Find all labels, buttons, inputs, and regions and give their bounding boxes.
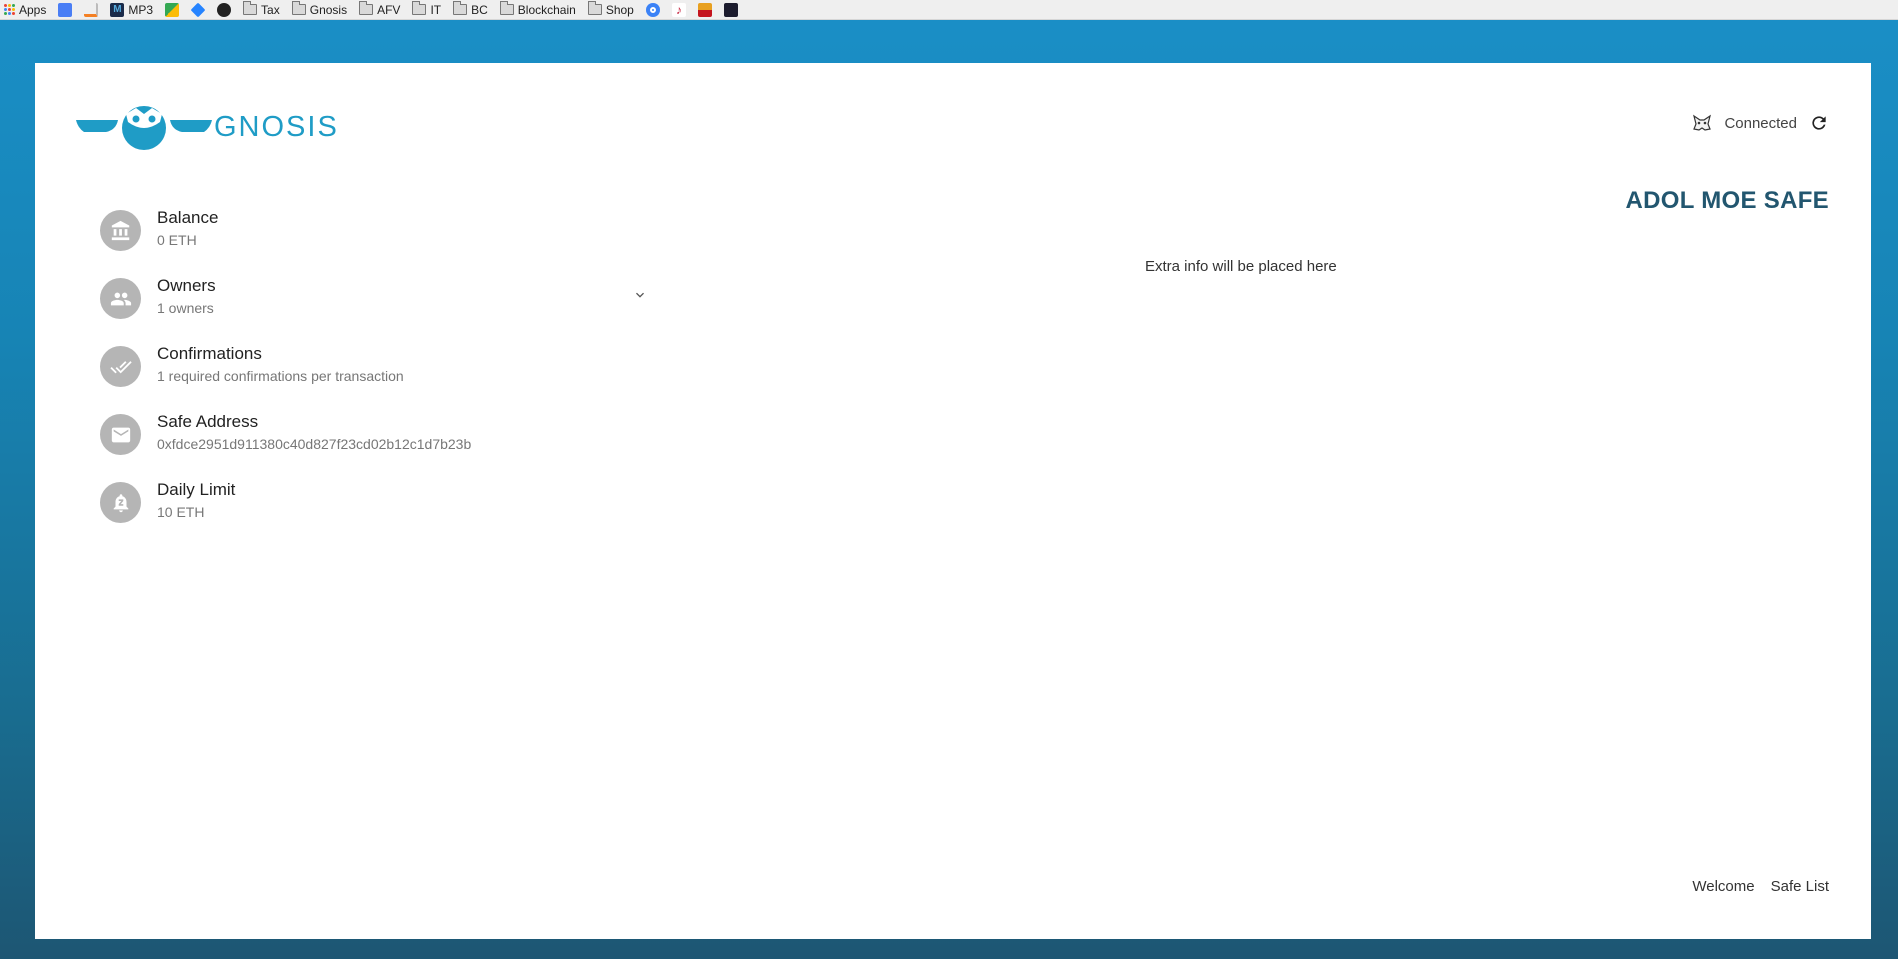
maps-icon bbox=[165, 2, 180, 17]
diamond-icon bbox=[190, 2, 206, 17]
detail-safe-address: Safe Address 0xfdce2951d911380c40d827f23… bbox=[100, 411, 620, 479]
bookmark-translate[interactable] bbox=[58, 0, 73, 19]
safe-name-title: ADOL MOE SAFE bbox=[1625, 187, 1829, 214]
folder-icon bbox=[499, 1, 514, 15]
bank-icon bbox=[111, 220, 129, 240]
folder-icon bbox=[453, 1, 468, 15]
bookmark-mp3[interactable]: M MP3 bbox=[110, 0, 153, 19]
detail-daily-limit: Daily Limit 10 ETH bbox=[100, 479, 620, 547]
logo-text: GNOSIS bbox=[214, 111, 339, 143]
daily-limit-title: Daily Limit bbox=[157, 480, 236, 499]
safe-address-title: Safe Address bbox=[157, 412, 259, 431]
bookmark-folder-tax[interactable]: Tax bbox=[243, 0, 280, 19]
refresh-icon[interactable] bbox=[1809, 113, 1829, 133]
bookmark-circle[interactable] bbox=[645, 0, 660, 19]
bookmark-dark-app[interactable] bbox=[723, 0, 738, 19]
metamask-fox-icon bbox=[1693, 114, 1712, 131]
folder-icon bbox=[412, 1, 427, 15]
news-icon bbox=[697, 2, 712, 17]
folder-icon bbox=[359, 1, 374, 15]
folder-icon bbox=[243, 1, 258, 15]
confirmations-value: 1 required confirmations per transaction bbox=[157, 368, 404, 384]
safe-address-value: 0xfdce2951d911380c40d827f23cd02b12c1d7b2… bbox=[157, 436, 472, 452]
owners-title: Owners bbox=[157, 276, 216, 295]
bookmark-folder-gnosis[interactable]: Gnosis bbox=[291, 0, 347, 19]
bookmark-folder-shop[interactable]: Shop bbox=[587, 0, 634, 19]
bookmark-folder-it[interactable]: IT bbox=[412, 0, 441, 19]
bookmark-maps[interactable] bbox=[165, 0, 180, 19]
bookmark-stackoverflow[interactable] bbox=[84, 0, 99, 19]
safe-details-list: Balance 0 ETH Owners 1 owners Confirmati… bbox=[100, 207, 644, 547]
stackoverflow-icon bbox=[84, 2, 99, 17]
confirmations-avatar bbox=[100, 346, 141, 387]
detail-balance: Balance 0 ETH bbox=[100, 207, 620, 275]
welcome-link[interactable]: Welcome bbox=[1692, 878, 1754, 895]
footer-nav: Welcome Safe List bbox=[1692, 878, 1829, 895]
bookmark-jira[interactable] bbox=[190, 0, 206, 19]
mail-icon bbox=[111, 427, 130, 442]
bookmark-news[interactable] bbox=[697, 0, 712, 19]
music-icon: ♪ bbox=[671, 2, 686, 17]
bookmark-folder-blockchain[interactable]: Blockchain bbox=[499, 0, 576, 19]
github-icon bbox=[217, 2, 232, 17]
balance-title: Balance bbox=[157, 208, 219, 227]
balance-value: 0 ETH bbox=[157, 232, 197, 248]
dark-app-icon bbox=[723, 2, 738, 17]
safe-panel: GNOSIS Connected ADOL MOE SAFE Extra inf… bbox=[35, 63, 1871, 939]
balance-avatar bbox=[100, 210, 141, 251]
bookmark-folder-bc[interactable]: BC bbox=[453, 0, 488, 19]
confirmations-title: Confirmations bbox=[157, 344, 262, 363]
m-square-icon: M bbox=[110, 2, 125, 17]
folder-icon bbox=[587, 1, 602, 15]
connection-status: Connected bbox=[1692, 113, 1829, 133]
gnosis-logo[interactable]: GNOSIS bbox=[76, 103, 337, 153]
circle-icon bbox=[645, 2, 660, 17]
owners-value: 1 owners bbox=[157, 300, 214, 316]
safe-list-link[interactable]: Safe List bbox=[1771, 878, 1829, 895]
alarm-bell-icon bbox=[113, 493, 128, 512]
translate-icon bbox=[58, 2, 73, 17]
owl-logo-icon bbox=[76, 106, 212, 150]
detail-confirmations: Confirmations 1 required confirmations p… bbox=[100, 343, 620, 411]
extra-info-text: Extra info will be placed here bbox=[1145, 258, 1337, 275]
daily-limit-value: 10 ETH bbox=[157, 504, 205, 520]
bookmark-github[interactable] bbox=[217, 0, 232, 19]
folder-icon bbox=[291, 1, 306, 15]
apps-grid-icon bbox=[4, 4, 15, 15]
owners-avatar bbox=[100, 278, 141, 319]
double-check-icon bbox=[109, 360, 132, 373]
bookmark-music[interactable]: ♪ bbox=[671, 0, 686, 19]
people-icon bbox=[110, 292, 131, 305]
bookmark-apps[interactable]: Apps bbox=[4, 0, 46, 19]
bookmarks-bar: Apps M MP3 Tax Gnosis AFV IT BC Blockcha… bbox=[0, 0, 1898, 20]
detail-owners[interactable]: Owners 1 owners bbox=[100, 275, 644, 343]
connected-label: Connected bbox=[1724, 114, 1797, 132]
address-avatar bbox=[100, 414, 141, 455]
chevron-down-icon[interactable] bbox=[632, 287, 648, 303]
daily-limit-avatar bbox=[100, 482, 141, 523]
bookmark-folder-afv[interactable]: AFV bbox=[359, 0, 400, 19]
